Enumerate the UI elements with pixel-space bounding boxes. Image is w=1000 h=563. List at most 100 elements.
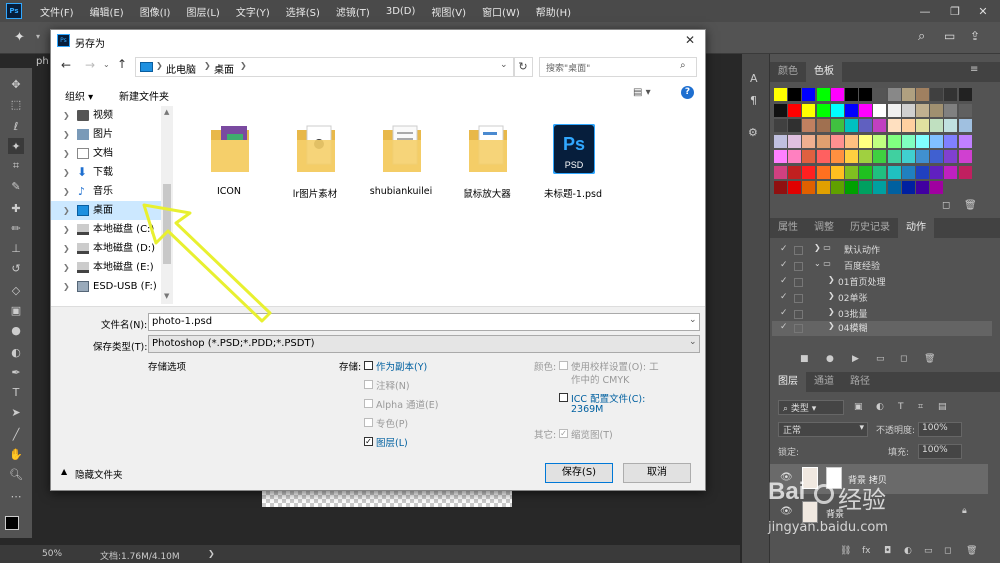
color-swatch[interactable] (830, 103, 844, 117)
file-item[interactable]: 鼠标放大器 (447, 114, 527, 214)
workspace-icon[interactable]: ▭ (944, 29, 955, 43)
color-swatch[interactable] (944, 119, 958, 132)
chevron-up-icon[interactable]: ▲ (61, 467, 67, 476)
color-swatch[interactable] (788, 88, 802, 101)
color-swatch[interactable] (887, 134, 901, 148)
eyedropper-tool-icon[interactable]: ✎ (8, 178, 24, 194)
tab-color[interactable]: 颜色 (770, 62, 806, 82)
color-swatch[interactable] (830, 165, 844, 179)
color-swatch[interactable] (802, 181, 816, 194)
as-copy-label[interactable]: 作为副本(Y) (376, 359, 427, 373)
panel-menu-icon[interactable]: ≡ (970, 64, 978, 75)
healing-tool-icon[interactable]: ✚ (8, 200, 24, 216)
color-swatch[interactable] (859, 119, 873, 132)
color-swatch[interactable] (802, 119, 816, 132)
new-layer-icon[interactable]: ◻ (944, 546, 951, 556)
color-swatch[interactable] (788, 103, 802, 117)
color-swatch[interactable] (774, 103, 787, 117)
color-swatch[interactable] (958, 134, 972, 148)
tree-item-downloads[interactable]: ❯ ⬇ 下载 (51, 163, 163, 182)
color-swatch[interactable] (873, 150, 887, 163)
color-swatch[interactable] (802, 88, 816, 101)
zoom-tool-icon[interactable]: 🔍︎ (8, 466, 24, 482)
filter-shape-icon[interactable]: ⌗ (918, 402, 923, 412)
gradient-tool-icon[interactable]: ▣ (8, 302, 24, 318)
add-mask-icon[interactable]: ◘ (884, 546, 891, 556)
tool-presets-icon[interactable]: ⚙ (748, 126, 758, 139)
color-swatch[interactable] (930, 103, 944, 117)
pen-tool-icon[interactable]: ✒ (8, 364, 24, 380)
color-swatch[interactable] (887, 165, 901, 179)
chevron-down-icon[interactable]: ⌄ (689, 315, 697, 325)
address-bar[interactable]: ❯ 此电脑 ❯ 桌面 ❯ ⌄ (135, 57, 515, 77)
move-tool-icon[interactable]: ✥ (8, 76, 24, 92)
color-swatch[interactable] (873, 88, 887, 101)
fill-field[interactable]: 100% (918, 444, 962, 459)
paragraph-icon[interactable]: ¶ (750, 94, 757, 107)
menu-filter[interactable]: 滤镜(T) (328, 4, 378, 19)
color-swatch[interactable] (930, 165, 944, 179)
forward-arrow-icon[interactable]: → (85, 58, 95, 72)
color-swatch[interactable] (816, 150, 830, 163)
color-swatch[interactable] (944, 150, 958, 163)
blend-mode-select[interactable]: 正常 ▾ (778, 422, 868, 437)
color-swatch[interactable] (816, 181, 830, 194)
color-swatch[interactable] (774, 181, 787, 194)
color-swatch[interactable] (873, 134, 887, 148)
photoshop-logo-icon[interactable]: Ps (6, 3, 22, 19)
help-icon[interactable]: ? (681, 86, 694, 99)
file-item[interactable]: Ps PSD 未标题-1.psd (533, 114, 613, 214)
color-swatch[interactable] (930, 88, 944, 101)
canvas-image[interactable] (262, 491, 512, 507)
save-button[interactable]: 保存(S) (545, 463, 613, 483)
refresh-icon[interactable]: ↻ (513, 57, 533, 77)
up-arrow-icon[interactable]: ↑ (117, 57, 127, 71)
color-swatch[interactable] (930, 134, 944, 148)
color-swatch[interactable] (788, 119, 802, 132)
color-swatch[interactable] (887, 103, 901, 117)
color-swatch[interactable] (944, 165, 958, 179)
color-swatch[interactable] (887, 119, 901, 132)
color-swatch[interactable] (873, 181, 887, 194)
search-icon[interactable]: ⌕ (918, 29, 925, 44)
new-action-icon[interactable]: ◻ (900, 354, 907, 364)
color-swatch[interactable] (816, 119, 830, 132)
menu-type[interactable]: 文字(Y) (228, 4, 278, 19)
quick-select-tool-icon[interactable]: ✦ (8, 138, 24, 154)
view-options-icon[interactable]: ▤ ▾ (633, 87, 651, 98)
color-swatch[interactable] (845, 181, 858, 194)
icc-checkbox[interactable] (559, 393, 568, 402)
blur-tool-icon[interactable]: ● (8, 322, 24, 338)
color-swatch[interactable] (958, 150, 972, 163)
color-swatch[interactable] (916, 181, 929, 194)
record-icon[interactable]: ● (826, 354, 834, 364)
color-swatch[interactable] (916, 119, 929, 132)
color-swatch[interactable] (887, 181, 901, 194)
chevron-down-icon[interactable]: ⌄ (689, 337, 697, 347)
status-arrow-icon[interactable]: ❯ (208, 549, 215, 558)
color-swatch[interactable] (816, 134, 830, 148)
tab-layers[interactable]: 图层 (770, 372, 806, 392)
alpha-checkbox[interactable] (364, 399, 373, 408)
tab-history[interactable]: 历史记录 (842, 218, 898, 238)
color-swatch[interactable] (845, 119, 858, 132)
delete-swatch-icon[interactable]: 🗑︎ (964, 200, 977, 211)
color-swatch[interactable] (930, 119, 944, 132)
stamp-tool-icon[interactable]: ⊥ (8, 240, 24, 256)
color-swatch[interactable] (774, 88, 787, 101)
play-icon[interactable]: ▶ (852, 354, 859, 364)
color-swatch[interactable] (845, 103, 858, 117)
menu-window[interactable]: 窗口(W) (474, 4, 528, 19)
color-swatch[interactable] (845, 134, 858, 148)
stop-icon[interactable]: ■ (800, 354, 809, 364)
tab-adjustments[interactable]: 调整 (806, 218, 842, 238)
color-swatch[interactable] (916, 103, 929, 117)
color-swatch[interactable] (788, 134, 802, 148)
color-swatch[interactable] (788, 181, 802, 194)
color-swatch[interactable] (802, 165, 816, 179)
new-adjustment-icon[interactable]: ◐ (904, 546, 912, 556)
filetype-select[interactable]: Photoshop (*.PSD;*.PDD;*.PSDT) (148, 335, 700, 353)
breadcrumb-this-pc[interactable]: 此电脑 (166, 61, 196, 76)
icc-label[interactable]: ICC 配置文件(C): (571, 391, 645, 405)
color-swatch[interactable] (930, 181, 944, 194)
